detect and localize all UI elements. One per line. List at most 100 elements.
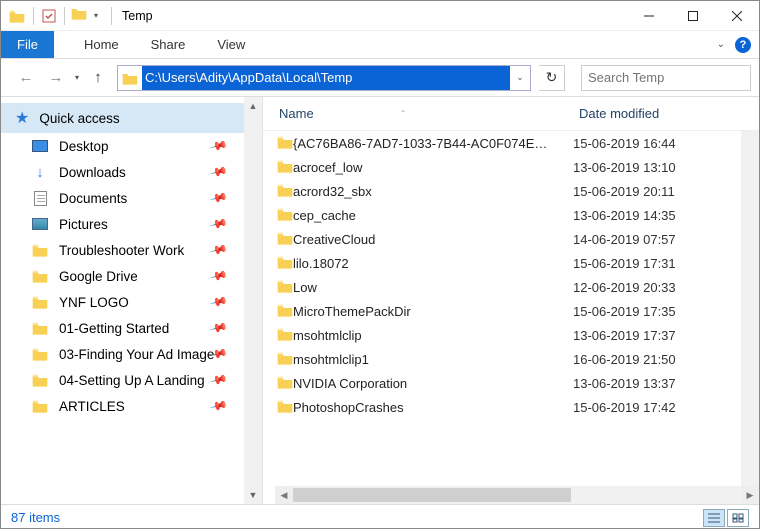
table-row[interactable]: Low12-06-2019 20:33 <box>263 275 759 299</box>
row-name: MicroThemePackDir <box>293 304 573 319</box>
history-dropdown[interactable]: ▾ <box>75 73 79 82</box>
pin-icon: 📌 <box>209 188 229 208</box>
sidebar-item[interactable]: ↓Downloads📌 <box>1 159 244 185</box>
qat-newfolder-icon[interactable] <box>71 6 87 25</box>
quick-access-star-icon: ★ <box>15 108 29 128</box>
table-row[interactable]: NVIDIA Corporation13-06-2019 13:37 <box>263 371 759 395</box>
address-bar[interactable]: ⌄ <box>117 65 531 91</box>
pin-icon: 📌 <box>209 396 229 416</box>
qat-customize-dropdown[interactable]: ▾ <box>91 11 101 20</box>
folder-icon <box>32 243 48 257</box>
table-row[interactable]: msohtmlclip116-06-2019 21:50 <box>263 347 759 371</box>
sort-indicator-icon: ⌃ <box>400 109 407 118</box>
search-box[interactable] <box>581 65 751 91</box>
title-separator <box>111 7 112 25</box>
ribbon-tab-home[interactable]: Home <box>68 31 135 58</box>
row-name: Low <box>293 280 573 295</box>
content-scrollbar-vertical[interactable] <box>741 131 759 486</box>
sidebar-item[interactable]: 04-Setting Up A Landing📌 <box>1 367 244 393</box>
row-name: CreativeCloud <box>293 232 573 247</box>
content-scroll-thumb[interactable] <box>293 488 571 502</box>
sidebar-item-label: Documents <box>59 191 127 206</box>
sidebar-item[interactable]: Documents 📌 <box>1 185 244 211</box>
sidebar-scroll-up[interactable]: ▲ <box>244 97 262 115</box>
sidebar-item[interactable]: Desktop📌 <box>1 133 244 159</box>
row-date: 13-06-2019 14:35 <box>573 208 676 223</box>
sidebar-item-label: Troubleshooter Work <box>59 243 184 258</box>
table-row[interactable]: {AC76BA86-7AD7-1033-7B44-AC0F074E…15-06-… <box>263 131 759 155</box>
table-row[interactable]: acrord32_sbx15-06-2019 20:11 <box>263 179 759 203</box>
minimize-button[interactable] <box>627 1 671 31</box>
ribbon-tab-share[interactable]: Share <box>135 31 202 58</box>
documents-icon <box>34 191 47 206</box>
row-date: 15-06-2019 17:35 <box>573 304 676 319</box>
folder-icon <box>32 347 48 361</box>
row-date: 15-06-2019 17:42 <box>573 400 676 415</box>
folder-icon <box>263 303 293 320</box>
help-icon[interactable]: ? <box>735 37 751 53</box>
sidebar-item[interactable]: 01-Getting Started📌 <box>1 315 244 341</box>
row-date: 15-06-2019 16:44 <box>573 136 676 151</box>
row-name: {AC76BA86-7AD7-1033-7B44-AC0F074E… <box>293 136 573 151</box>
content-scroll-right[interactable]: ▶ <box>741 486 759 504</box>
table-row[interactable]: acrocef_low13-06-2019 13:10 <box>263 155 759 179</box>
row-date: 13-06-2019 17:37 <box>573 328 676 343</box>
folder-icon <box>263 231 293 248</box>
folder-icon <box>263 207 293 224</box>
table-row[interactable]: lilo.1807215-06-2019 17:31 <box>263 251 759 275</box>
address-dropdown-icon[interactable]: ⌄ <box>510 72 530 83</box>
sidebar-item[interactable]: Google Drive 📌 <box>1 263 244 289</box>
column-header-date[interactable]: Date modified <box>573 106 659 121</box>
folder-icon <box>263 399 293 416</box>
folder-icon <box>32 399 48 413</box>
forward-button[interactable]: → <box>45 67 67 89</box>
address-folder-icon <box>118 71 142 85</box>
sidebar-scroll-track[interactable] <box>244 115 262 486</box>
table-row[interactable]: CreativeCloud14-06-2019 07:57 <box>263 227 759 251</box>
close-button[interactable] <box>715 1 759 31</box>
sidebar-item[interactable]: Pictures📌 <box>1 211 244 237</box>
row-date: 13-06-2019 13:37 <box>573 376 676 391</box>
downloads-icon: ↓ <box>36 164 44 181</box>
pin-icon: 📌 <box>209 370 229 390</box>
column-header-name[interactable]: Name ⌃ <box>263 106 573 121</box>
sidebar-item-label: Google Drive <box>59 269 138 284</box>
row-date: 15-06-2019 17:31 <box>573 256 676 271</box>
sidebar-quick-access[interactable]: ★ Quick access <box>1 103 244 133</box>
ribbon-expand-icon[interactable]: ⌄ <box>717 39 725 50</box>
pictures-icon <box>32 218 48 230</box>
table-row[interactable]: cep_cache13-06-2019 14:35 <box>263 203 759 227</box>
file-tab[interactable]: File <box>1 31 54 58</box>
table-row[interactable]: msohtmlclip13-06-2019 17:37 <box>263 323 759 347</box>
table-row[interactable]: PhotoshopCrashes15-06-2019 17:42 <box>263 395 759 419</box>
qat-properties-icon[interactable] <box>40 7 58 25</box>
ribbon-tab-view[interactable]: View <box>201 31 261 58</box>
sidebar-item-label: YNF LOGO <box>59 295 129 310</box>
row-name: cep_cache <box>293 208 573 223</box>
up-button[interactable]: ↑ <box>87 67 109 89</box>
folder-icon <box>263 255 293 272</box>
row-name: acrocef_low <box>293 160 573 175</box>
pin-icon: 📌 <box>209 214 229 234</box>
content-scroll-track[interactable] <box>293 486 741 504</box>
row-name: msohtmlclip1 <box>293 352 573 367</box>
content-scroll-left[interactable]: ◀ <box>275 486 293 504</box>
sidebar-item[interactable]: ARTICLES📌 <box>1 393 244 419</box>
sidebar-scroll-down[interactable]: ▼ <box>244 486 262 504</box>
sidebar-item[interactable]: 03-Finding Your Ad Image📌 <box>1 341 244 367</box>
pin-icon: 📌 <box>209 266 229 286</box>
refresh-button[interactable]: ↻ <box>539 65 565 91</box>
pin-icon: 📌 <box>209 318 229 338</box>
back-button[interactable]: ← <box>15 67 37 89</box>
sidebar-item[interactable]: YNF LOGO📌 <box>1 289 244 315</box>
column-header-name-label: Name <box>279 106 314 121</box>
address-input[interactable] <box>142 66 510 90</box>
view-large-icons-button[interactable] <box>727 509 749 527</box>
table-row[interactable]: MicroThemePackDir15-06-2019 17:35 <box>263 299 759 323</box>
maximize-button[interactable] <box>671 1 715 31</box>
folder-icon <box>263 375 293 392</box>
sidebar-item[interactable]: Troubleshooter Work📌 <box>1 237 244 263</box>
desktop-icon <box>32 140 48 152</box>
search-input[interactable] <box>586 69 760 86</box>
view-details-button[interactable] <box>703 509 725 527</box>
